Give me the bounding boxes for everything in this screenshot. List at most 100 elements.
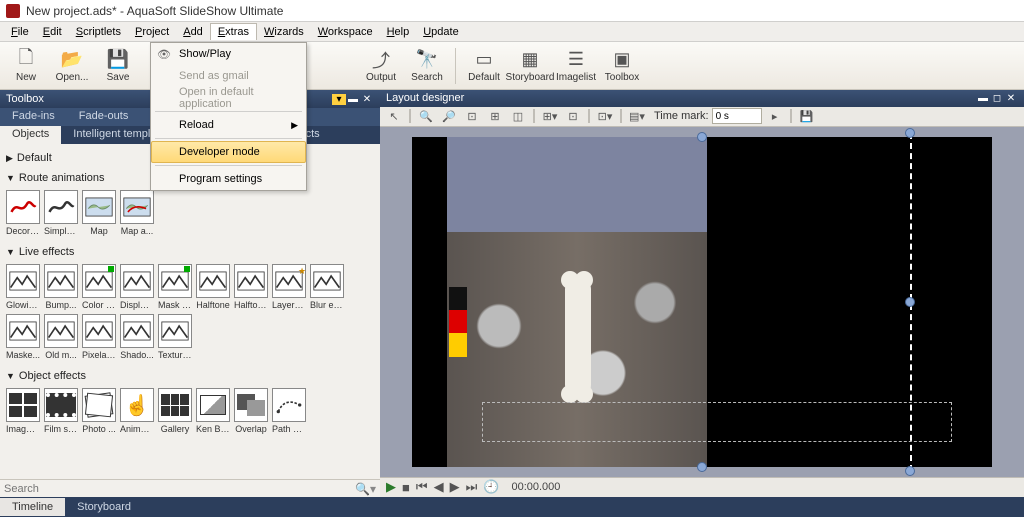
canvas[interactable] <box>412 137 992 467</box>
open...-icon: 📂 <box>61 49 83 71</box>
thumb-animat[interactable]: ☝Animat... <box>120 388 154 434</box>
align-icon[interactable]: ⊡ <box>563 107 583 125</box>
grid-icon[interactable]: ⊞▾ <box>540 107 560 125</box>
step-back-icon[interactable]: ◀ <box>434 479 444 495</box>
search-icon[interactable]: 🔍 <box>355 482 370 496</box>
subtab-intelligenttempl[interactable]: Intelligent templ <box>61 126 162 144</box>
thumb-blureff[interactable]: Blur eff... <box>310 264 344 310</box>
tool-default[interactable]: ▭Default <box>462 44 506 88</box>
thumb-overlap[interactable]: Overlap <box>234 388 268 434</box>
tool-search[interactable]: 🔭Search <box>405 44 449 88</box>
subtab-objects[interactable]: Objects <box>0 126 61 144</box>
save-frame-icon[interactable]: 💾 <box>797 107 817 125</box>
section-object-effects[interactable]: ▼Object effects <box>6 368 374 384</box>
thumb-icon <box>82 388 116 422</box>
menu-project[interactable]: Project <box>128 24 176 40</box>
search-icon: 🔭 <box>416 49 438 71</box>
menu-wizards[interactable]: Wizards <box>257 24 311 40</box>
thumb-halfton[interactable]: Halfton... <box>234 264 268 310</box>
thumb-displac[interactable]: Displac... <box>120 264 154 310</box>
thumb-filmstrip[interactable]: Film strip <box>44 388 78 434</box>
menu-update[interactable]: Update <box>416 24 465 40</box>
layout-icon[interactable]: ▤▾ <box>627 107 647 125</box>
menuitem-open-in-default-application: Open in default application <box>151 87 306 109</box>
thumb-maske[interactable]: Maske... <box>6 314 40 360</box>
thumb-texture[interactable]: Texture... <box>158 314 192 360</box>
guide-handle-mid[interactable] <box>905 297 915 307</box>
thumb-photo[interactable]: Photo ... <box>82 388 116 434</box>
tool-output[interactable]: ⤴Output <box>359 44 403 88</box>
menu-help[interactable]: Help <box>380 24 417 40</box>
zoom-in-icon[interactable]: 🔍 <box>416 107 436 125</box>
guide-handle-bot[interactable] <box>905 466 915 476</box>
tool-toolbox[interactable]: ▣Toolbox <box>600 44 644 88</box>
thumb-oldm[interactable]: Old m... <box>44 314 78 360</box>
menu-workspace[interactable]: Workspace <box>311 24 380 40</box>
bottomtab-storyboard[interactable]: Storyboard <box>65 498 143 516</box>
menu-edit[interactable]: Edit <box>36 24 69 40</box>
menu-scriptlets[interactable]: Scriptlets <box>69 24 128 40</box>
menuitem-program-settings[interactable]: Program settings <box>151 168 306 190</box>
tool-open[interactable]: 📂Open... <box>50 44 94 88</box>
zoom-sel-icon[interactable]: ◫ <box>508 107 528 125</box>
toolbox-close-icon[interactable]: ✕ <box>360 94 374 105</box>
menuitem-reload[interactable]: Reload▶ <box>151 114 306 136</box>
thumb-shado[interactable]: Shado... <box>120 314 154 360</box>
canvas-area[interactable] <box>380 127 1024 477</box>
tab-fadeouts[interactable]: Fade-outs <box>67 108 141 126</box>
skip-end-icon[interactable]: ⏭ <box>466 479 478 495</box>
thumb-image[interactable]: Image ... <box>6 388 40 434</box>
thumb-decora[interactable]: Decora... <box>6 190 40 236</box>
disclosure-icon: ▼ <box>6 173 15 183</box>
designer-close-icon[interactable]: ✕ <box>1004 93 1018 104</box>
canvas-handle-top[interactable] <box>697 132 707 142</box>
menuitem-show-play[interactable]: 👁Show/Play <box>151 43 306 65</box>
thumb-pixelati[interactable]: Pixelati... <box>82 314 116 360</box>
thumb-halftone[interactable]: Halftone <box>196 264 230 310</box>
handles-icon[interactable]: ⊡▾ <box>595 107 615 125</box>
playback-toolbar: ▶ ■ ⏮ ◀ ▶ ⏭ 🕘 00:00.000 <box>380 477 1024 497</box>
thumb-maske[interactable]: Mask e... <box>158 264 192 310</box>
thumb-glowin[interactable]: Glowin... <box>6 264 40 310</box>
thumb-simple[interactable]: Simple ... <box>44 190 78 236</box>
search-input[interactable] <box>4 483 355 495</box>
designer-max-icon[interactable]: ◻ <box>990 93 1004 104</box>
selection-marquee[interactable] <box>482 402 952 442</box>
thumb-mapa[interactable]: Map a... <box>120 190 154 236</box>
stop-button[interactable]: ■ <box>402 480 410 495</box>
canvas-handle-bot[interactable] <box>697 462 707 472</box>
zoom-out-icon[interactable]: 🔎 <box>439 107 459 125</box>
cursor-tool-icon[interactable]: ↖ <box>384 107 404 125</box>
tool-imagelist[interactable]: ☰Imagelist <box>554 44 598 88</box>
guide-handle-top[interactable] <box>905 128 915 138</box>
thumb-gallery[interactable]: Gallery <box>158 388 192 434</box>
zoom-100-icon[interactable]: ⊞ <box>485 107 505 125</box>
toolbox-pin-icon[interactable]: ▾ <box>332 94 346 105</box>
thumb-colore[interactable]: Color e... <box>82 264 116 310</box>
thumb-pathef[interactable]: Path ef... <box>272 388 306 434</box>
thumb-layere[interactable]: ★Layer e... <box>272 264 306 310</box>
tool-new[interactable]: 🗋New <box>4 44 48 88</box>
thumb-map[interactable]: Map <box>82 190 116 236</box>
search-clear-icon[interactable]: ▾ <box>370 482 376 496</box>
timemark-step-icon[interactable]: ▸ <box>765 107 785 125</box>
bottomtab-timeline[interactable]: Timeline <box>0 498 65 516</box>
timemark-input[interactable] <box>712 108 762 124</box>
menuitem-developer-mode[interactable]: Developer mode <box>151 141 306 163</box>
bottom-tabs: TimelineStoryboard <box>0 497 1024 517</box>
tool-storyboard[interactable]: ▦Storyboard <box>508 44 552 88</box>
play-button[interactable]: ▶ <box>386 479 396 495</box>
thumb-bump[interactable]: Bump... <box>44 264 78 310</box>
zoom-fit-icon[interactable]: ⊡ <box>462 107 482 125</box>
menu-extras[interactable]: Extras <box>210 23 257 40</box>
menu-file[interactable]: File <box>4 24 36 40</box>
step-fwd-icon[interactable]: ▶ <box>450 479 460 495</box>
thumb-kenbu[interactable]: Ken Bu... <box>196 388 230 434</box>
designer-min-icon[interactable]: ▬ <box>976 93 990 104</box>
skip-start-icon[interactable]: ⏮ <box>416 479 428 495</box>
menu-add[interactable]: Add <box>176 24 210 40</box>
tab-fadeins[interactable]: Fade-ins <box>0 108 67 126</box>
toolbox-min-icon[interactable]: ▬ <box>346 94 360 105</box>
tool-save[interactable]: 💾Save <box>96 44 140 88</box>
section-live-effects[interactable]: ▼Live effects <box>6 244 374 260</box>
